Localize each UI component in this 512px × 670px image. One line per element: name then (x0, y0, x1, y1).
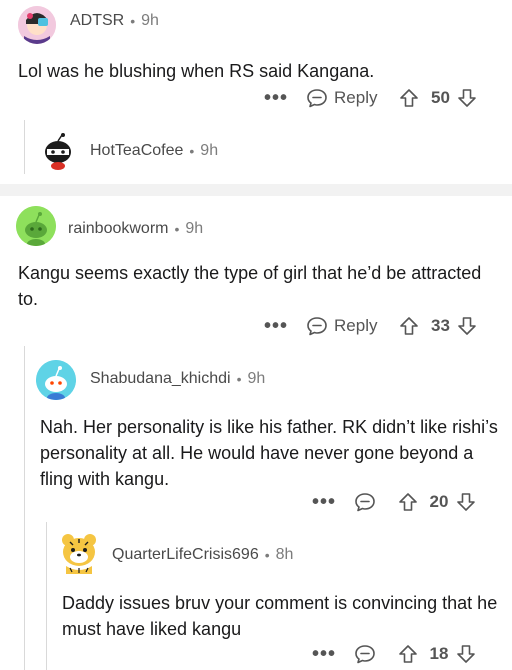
more-options-button[interactable]: ••• (264, 88, 288, 108)
comment-meta: HotTeaCofee • 9h (90, 142, 218, 160)
separator-dot: • (264, 547, 270, 563)
timestamp: 9h (185, 220, 204, 237)
vote-score: 33 (431, 316, 450, 335)
upvote-button[interactable] (398, 492, 418, 512)
comment-meta: ADTSR • 9h (70, 12, 159, 30)
downvote-button[interactable] (456, 644, 476, 664)
username[interactable]: HotTeaCofee (90, 142, 183, 160)
comment-body: Kangu seems exactly the type of girl tha… (18, 263, 482, 309)
comment-body: Lol was he blushing when RS said Kangana… (18, 61, 375, 81)
comment-actions: ••• Reply 50 (264, 84, 477, 112)
comment-actions: ••• 20 (312, 488, 476, 516)
more-options-button[interactable]: ••• (264, 316, 288, 336)
downvote-arrow-icon (458, 317, 477, 335)
username[interactable]: Shabudana_khichdi (90, 370, 231, 388)
comment-body: Nah. Her personality is like his father.… (40, 417, 498, 489)
thread-separator (0, 184, 512, 196)
username[interactable]: ADTSR (70, 12, 124, 30)
timestamp: 8h (275, 546, 294, 563)
downvote-arrow-icon (457, 493, 475, 511)
downvote-button[interactable] (457, 88, 477, 108)
reply-icon (355, 645, 375, 664)
avatar[interactable] (36, 360, 76, 400)
more-options-button[interactable]: ••• (312, 644, 336, 664)
reply-icon (355, 493, 375, 512)
snoo-green-avatar-icon (16, 206, 56, 246)
upvote-arrow-icon (400, 89, 419, 107)
separator-dot: • (130, 13, 136, 29)
comment-meta: rainbookworm • 9h (68, 220, 203, 238)
separator-dot: • (174, 221, 180, 237)
more-options-button[interactable]: ••• (312, 492, 336, 512)
reply-button[interactable] (354, 644, 376, 664)
downvote-button[interactable] (457, 316, 477, 336)
reply-label: Reply (334, 316, 378, 335)
downvote-arrow-icon (458, 89, 477, 107)
upvote-button[interactable] (399, 316, 419, 336)
username[interactable]: QuarterLifeCrisis696 (112, 546, 259, 564)
thread-line[interactable] (46, 522, 47, 670)
separator-dot: • (189, 143, 195, 159)
vote-score: 20 (429, 492, 449, 511)
reply-button[interactable]: Reply (306, 316, 377, 336)
upvote-arrow-icon (399, 493, 417, 511)
username[interactable]: rainbookworm (68, 220, 168, 238)
downvote-button[interactable] (456, 492, 476, 512)
comment-meta: QuarterLifeCrisis696 • 8h (112, 546, 293, 564)
snoo-cyan-avatar-icon (36, 360, 76, 400)
reply-label: Reply (334, 88, 378, 107)
comment-body: Daddy issues bruv your comment is convin… (62, 593, 498, 639)
upvote-arrow-icon (400, 317, 419, 335)
timestamp: 9h (141, 12, 159, 29)
vote-score: 50 (431, 88, 450, 107)
upvote-arrow-icon (399, 645, 417, 663)
reply-button[interactable]: Reply (306, 88, 377, 108)
thread-line[interactable] (24, 120, 25, 174)
avatar[interactable] (18, 6, 56, 44)
upvote-button[interactable] (398, 644, 418, 664)
reply-icon (307, 89, 327, 108)
tiger-avatar-icon (62, 534, 96, 574)
avatar[interactable] (58, 530, 100, 574)
avatar[interactable] (16, 206, 56, 246)
thread-line[interactable] (24, 346, 25, 670)
reply-icon (307, 317, 327, 336)
reply-button[interactable] (354, 492, 376, 512)
avatar[interactable] (38, 132, 78, 172)
comment-actions: ••• Reply 33 (264, 312, 477, 340)
timestamp: 9h (200, 142, 219, 159)
separator-dot: • (236, 371, 242, 387)
comment-actions: ••• 18 (312, 640, 476, 668)
anime-character-avatar-icon (18, 6, 56, 44)
vote-score: 18 (429, 644, 449, 663)
snoo-ninja-avatar-icon (38, 132, 78, 172)
comment-meta: Shabudana_khichdi • 9h (90, 370, 265, 388)
upvote-button[interactable] (399, 88, 419, 108)
timestamp: 9h (247, 370, 266, 387)
downvote-arrow-icon (457, 645, 475, 663)
